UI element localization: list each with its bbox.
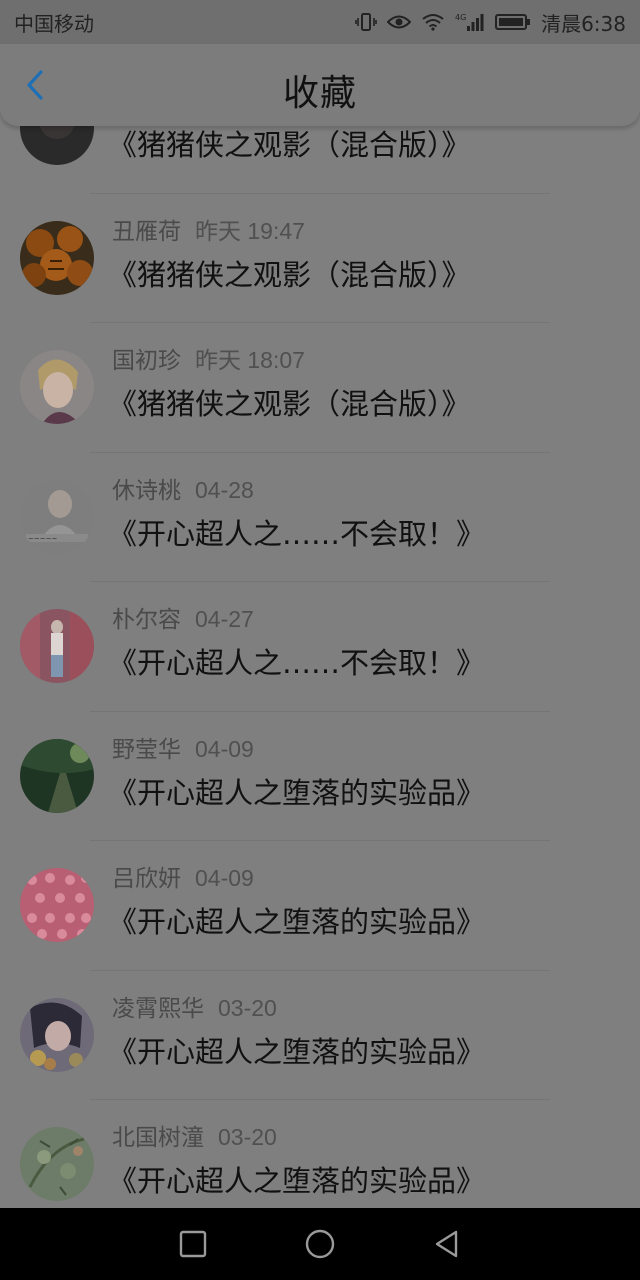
nav-back-button[interactable] [427, 1224, 467, 1264]
item-title: 《猪猪侠之观影（混合版）》 [108, 128, 471, 162]
sender-name: 朴尔容 [112, 607, 181, 633]
item-date: 03-20 [218, 1124, 277, 1150]
sender-name: 吕欣妍 [112, 866, 181, 892]
item-meta: 吕欣妍 04-09 [112, 859, 254, 893]
item-meta: 凌霄熙华 03-20 [112, 989, 277, 1023]
item-date: 昨天 18:07 [195, 347, 305, 373]
avatar[interactable] [20, 1127, 94, 1201]
list-item[interactable]: 《猪猪侠之观影（混合版）》 [0, 126, 640, 194]
avatar-green-floral [20, 1127, 94, 1201]
item-title: 《猪猪侠之观影（混合版）》 [108, 387, 471, 421]
list-item[interactable]: 朴尔容 04-27 《开心超人之……不会取！》 [0, 582, 640, 712]
item-meta: 休诗桃 04-28 [112, 471, 254, 505]
wifi-icon [421, 13, 445, 31]
avatar[interactable] [20, 220, 94, 295]
avatar-girl-text: ~~~~~ [20, 479, 94, 554]
item-meta: 北国树潼 03-20 [112, 1118, 277, 1152]
signal-4g-icon: 4G [455, 12, 485, 32]
item-title: 《开心超人之……不会取！》 [108, 646, 486, 680]
list-item[interactable]: 丑雁荷 昨天 19:47 《猪猪侠之观影（混合版）》 [0, 194, 640, 323]
item-title: 《开心超人之堕落的实验品》 [108, 1164, 486, 1198]
system-nav-bar [0, 1208, 640, 1280]
list-item[interactable]: 吕欣妍 04-09 《开心超人之堕落的实验品》 [0, 841, 640, 971]
status-bar: 中国移动 4G 清晨6:38 [0, 0, 640, 44]
favorites-list-content: 《猪猪侠之观影（混合版）》 丑雁荷 昨天 19:47 《猪猪侠之观影（混合版）》 … [0, 126, 640, 1208]
item-meta: 朴尔容 04-27 [112, 600, 254, 634]
sender-name: 休诗桃 [112, 477, 181, 504]
avatar[interactable] [20, 868, 94, 942]
item-meta: 国初珍 昨天 18:07 [112, 341, 305, 375]
avatar-pink-pattern [20, 868, 94, 942]
top-app-bar: 收藏 [0, 44, 640, 126]
item-meta: 丑雁荷 昨天 19:47 [112, 212, 305, 246]
battery-icon [495, 13, 531, 31]
carrier-label: 中国移动 [14, 11, 94, 36]
item-date: 04-27 [195, 606, 254, 632]
list-item[interactable]: 北国树潼 03-20 《开心超人之堕落的实验品》 [0, 1100, 640, 1208]
circle-icon [305, 1229, 335, 1259]
avatar[interactable] [20, 997, 94, 1072]
list-item[interactable]: ~~~~~ 休诗桃 04-28 《开心超人之……不会取！》 [0, 453, 640, 582]
avatar-anime-boy [20, 350, 94, 424]
item-meta: 野莹华 04-09 [112, 730, 254, 764]
avatar-green-path [20, 738, 94, 813]
item-date: 03-20 [218, 994, 277, 1021]
clock: 清晨6:38 [541, 11, 626, 36]
page-title: 收藏 [282, 73, 357, 114]
avatar[interactable] [20, 738, 94, 813]
item-title: 《猪猪侠之观影（混合版）》 [108, 257, 471, 292]
avatar[interactable] [20, 350, 94, 424]
item-date: 04-09 [195, 735, 254, 762]
sender-name: 北国树潼 [112, 1125, 204, 1151]
list-item[interactable]: 国初珍 昨天 18:07 《猪猪侠之观影（混合版）》 [0, 323, 640, 453]
eye-icon [387, 13, 412, 31]
item-title: 《开心超人之堕落的实验品》 [108, 775, 486, 810]
list-item[interactable]: 野莹华 04-09 《开心超人之堕落的实验品》 [0, 712, 640, 841]
item-date: 04-28 [195, 476, 254, 503]
item-title: 《开心超人之堕落的实验品》 [108, 1034, 486, 1069]
avatar-pumpkins [20, 220, 94, 295]
home-button[interactable] [300, 1224, 340, 1264]
sender-name: 凌霄熙华 [112, 995, 204, 1022]
triangle-back-icon [435, 1230, 457, 1258]
avatar-dark [20, 126, 94, 165]
status-icons: 4G 清晨6:38 [355, 8, 626, 37]
favorites-list[interactable]: 《猪猪侠之观影（混合版）》 丑雁荷 昨天 19:47 《猪猪侠之观影（混合版）》 … [0, 126, 640, 1208]
recent-apps-button[interactable] [173, 1224, 213, 1264]
item-date: 昨天 19:47 [195, 217, 305, 244]
square-icon [180, 1230, 207, 1258]
avatar[interactable]: ~~~~~ [20, 479, 94, 554]
item-title: 《开心超人之堕落的实验品》 [108, 905, 486, 939]
avatar[interactable] [20, 609, 94, 683]
item-title: 《开心超人之……不会取！》 [108, 516, 486, 551]
avatar-girl-flowers [20, 997, 94, 1072]
network-label: 4G [455, 13, 466, 22]
sender-name: 丑雁荷 [112, 218, 181, 245]
list-item[interactable]: 凌霄熙华 03-20 《开心超人之堕落的实验品》 [0, 971, 640, 1100]
vibrate-icon [355, 12, 377, 32]
sender-name: 野莹华 [112, 736, 181, 763]
avatar[interactable] [20, 126, 94, 165]
sender-name: 国初珍 [112, 348, 181, 374]
avatar-caption: ~~~~~ [28, 535, 57, 543]
item-date: 04-09 [195, 865, 254, 891]
avatar-street [20, 609, 94, 683]
